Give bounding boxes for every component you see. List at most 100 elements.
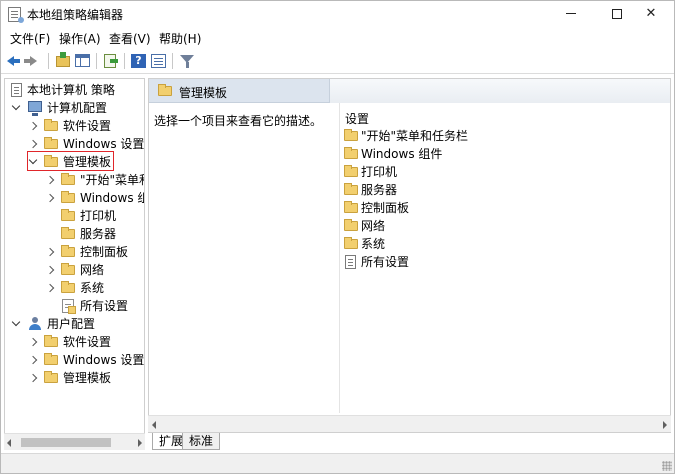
list-item-label: Windows 组件 [361,147,443,161]
tab-standard[interactable]: 标准 [182,433,221,450]
status-bar [1,453,674,473]
folder-icon [61,191,75,203]
menu-file[interactable]: 文件(F) [10,30,50,47]
back-arrow-icon [7,56,20,66]
folder-icon [61,173,75,185]
back-button[interactable] [5,52,25,70]
export-list-button[interactable] [101,52,121,70]
tree-item-label: 管理模板 [63,371,112,385]
tree-item-label: 控制面板 [80,245,129,259]
export-list-icon [104,54,118,68]
toolbar-separator [48,53,49,69]
list-item-label: 打印机 [361,165,398,179]
minimize-button[interactable] [548,1,594,28]
toolbar-separator [172,53,173,69]
policy-document-icon [11,83,22,97]
list-item-label: 服务器 [361,183,398,197]
folder-icon [344,129,358,141]
description-text: 选择一个项目来查看它的描述。 [154,114,323,128]
collapse-chevron-icon[interactable] [12,315,22,333]
folder-icon [61,227,75,239]
tree-item-label: Windows 组件 [80,191,144,205]
folder-icon [44,353,58,365]
folder-icon [44,137,58,149]
folder-icon [344,147,358,159]
scroll-left-icon[interactable] [152,421,156,429]
expand-chevron-icon[interactable] [46,243,56,261]
tree-item-label: 系统 [80,281,105,295]
properties-button[interactable] [149,52,169,70]
expand-chevron-icon[interactable] [46,189,56,207]
folder-icon [44,119,58,131]
expand-chevron-icon[interactable] [29,369,39,387]
column-divider [339,103,340,413]
expand-chevron-icon[interactable] [46,261,56,279]
menu-action[interactable]: 操作(A) [59,30,101,47]
menu-view[interactable]: 查看(V) [109,30,151,47]
folder-icon [344,219,358,231]
title-bar: 本地组策略编辑器 ✕ [1,1,674,28]
tree-computer-config-label: 计算机配置 [47,101,108,115]
expand-chevron-icon[interactable] [46,279,56,297]
scroll-right-icon[interactable] [663,421,667,429]
user-icon [28,317,42,331]
toolbar-separator [96,53,97,69]
tree-item-label: 服务器 [80,227,117,241]
filter-button[interactable] [177,52,197,70]
tree-item-label: "开始"菜单和 [80,173,145,187]
list-item-label: 所有设置 [361,255,410,269]
policy-editor-icon [8,7,24,23]
properties-icon [151,54,166,68]
expand-chevron-icon[interactable] [46,171,56,189]
tree-root-label: 本地计算机 策略 [27,83,115,97]
folder-icon [344,201,358,213]
toolbar-separator [124,53,125,69]
resize-grip-icon[interactable] [662,461,672,471]
folder-up-icon [56,52,70,67]
folder-icon [61,245,75,257]
folder-icon [44,371,58,383]
details-pane: 管理模板 选择一个项目来查看它的描述。 设置 "开始"菜单和任务栏 Window… [148,78,671,433]
scroll-thumb[interactable] [21,438,111,447]
tree-item-label: 软件设置 [63,335,112,349]
details-header-bar [329,79,670,103]
menu-help[interactable]: 帮助(H) [159,30,201,47]
list-item-label: 控制面板 [361,201,410,215]
filter-icon [180,55,194,68]
forward-button[interactable] [24,52,45,70]
tree-horizontal-scrollbar[interactable] [4,433,145,450]
folder-icon [61,209,75,221]
tree-item-label: Windows 设置 [63,353,145,367]
help-button[interactable]: ? [129,52,149,70]
tree-pane: 本地计算机 策略 计算机配置 软件设置 Windows 设置 管理模板 "开始" [4,78,145,450]
scroll-left-icon[interactable] [7,439,11,447]
selected-highlight-box [27,151,114,171]
window-title: 本地组策略编辑器 [27,8,124,22]
close-icon: ✕ [645,6,657,21]
list-item-label: 网络 [361,219,386,233]
folder-icon [344,237,358,249]
folder-icon [61,281,75,293]
collapse-chevron-icon[interactable] [12,99,22,117]
settings-column-header[interactable]: 设置 [345,110,369,127]
forward-arrow-icon [24,56,37,66]
scroll-right-icon[interactable] [138,439,142,447]
show-hide-tree-button[interactable] [73,52,93,70]
up-one-level-button[interactable] [53,52,73,70]
folder-icon [344,165,358,177]
show-hide-tree-icon [75,54,90,67]
expand-chevron-icon[interactable] [29,333,39,351]
close-button[interactable]: ✕ [628,1,674,28]
view-tabs: 扩展 标准 [148,433,671,451]
details-header: 管理模板 [149,79,670,103]
details-horizontal-scrollbar[interactable] [148,415,671,432]
toolbar: ? [1,49,674,74]
maximize-icon [612,8,622,19]
group-policy-editor-window: 本地组策略编辑器 ✕ 文件(F) 操作(A) 查看(V) 帮助(H) ? 本地计… [0,0,675,474]
all-settings-icon [345,255,356,269]
tree-item-label: 所有设置 [80,299,129,313]
expand-chevron-icon[interactable] [29,351,39,369]
all-settings-icon [62,299,76,314]
expand-chevron-icon[interactable] [29,117,39,135]
tree-item-label: 软件设置 [63,119,112,133]
